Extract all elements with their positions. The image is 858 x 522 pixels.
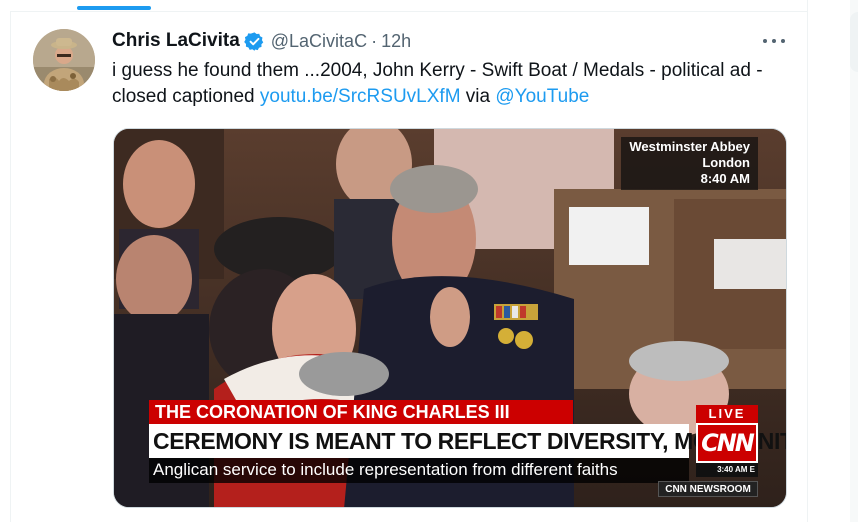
avatar-photo-icon bbox=[33, 29, 95, 91]
column-border-right bbox=[807, 0, 808, 522]
cnn-logo-icon: CNN bbox=[701, 429, 755, 457]
network-logo: CNN bbox=[696, 423, 758, 463]
chyron-headline: CEREMONY IS MEANT TO REFLECT DIVERSITY, … bbox=[149, 424, 786, 458]
location-time: 8:40 AM bbox=[700, 171, 750, 186]
tweet[interactable]: Chris LaCivita @LaCivitaC · 12h i guess … bbox=[11, 12, 807, 522]
more-options-ellipsis-icon[interactable] bbox=[763, 34, 785, 48]
location-city: London bbox=[702, 155, 750, 170]
broadcast-clock: 3:40 AM E bbox=[696, 463, 758, 477]
live-badge: LIVE bbox=[696, 405, 758, 423]
tweet-timestamp[interactable]: 12h bbox=[381, 31, 411, 52]
chyron-title: THE CORONATION OF KING CHARLES III bbox=[149, 400, 573, 424]
tweet-text-via: via bbox=[460, 86, 496, 107]
program-label: CNN NEWSROOM bbox=[658, 481, 758, 497]
tweet-media-image[interactable]: Westminster Abbey London 8:40 AM THE COR… bbox=[113, 128, 787, 508]
tweet-mention[interactable]: @YouTube bbox=[495, 86, 589, 107]
right-sidebar-edge bbox=[850, 0, 858, 522]
chyron-subline: Anglican service to include representati… bbox=[149, 458, 689, 483]
author-handle[interactable]: @LaCivitaC bbox=[271, 31, 367, 52]
location-overlay: Westminster Abbey London 8:40 AM bbox=[621, 137, 758, 190]
author-display-name[interactable]: Chris LaCivita bbox=[112, 30, 240, 52]
tweet-header: Chris LaCivita @LaCivitaC · 12h bbox=[112, 29, 411, 53]
location-venue: Westminster Abbey bbox=[629, 139, 750, 154]
right-sidebar-card-edge bbox=[850, 12, 858, 72]
verified-badge-icon[interactable] bbox=[243, 31, 265, 52]
header-separator: · bbox=[371, 30, 378, 51]
author-avatar[interactable] bbox=[33, 29, 95, 91]
tweet-text: i guess he found them ...2004, John Kerr… bbox=[112, 58, 802, 110]
active-tab-indicator bbox=[77, 6, 151, 10]
tweet-link[interactable]: youtu.be/SrcRSUvLXfM bbox=[260, 86, 461, 107]
